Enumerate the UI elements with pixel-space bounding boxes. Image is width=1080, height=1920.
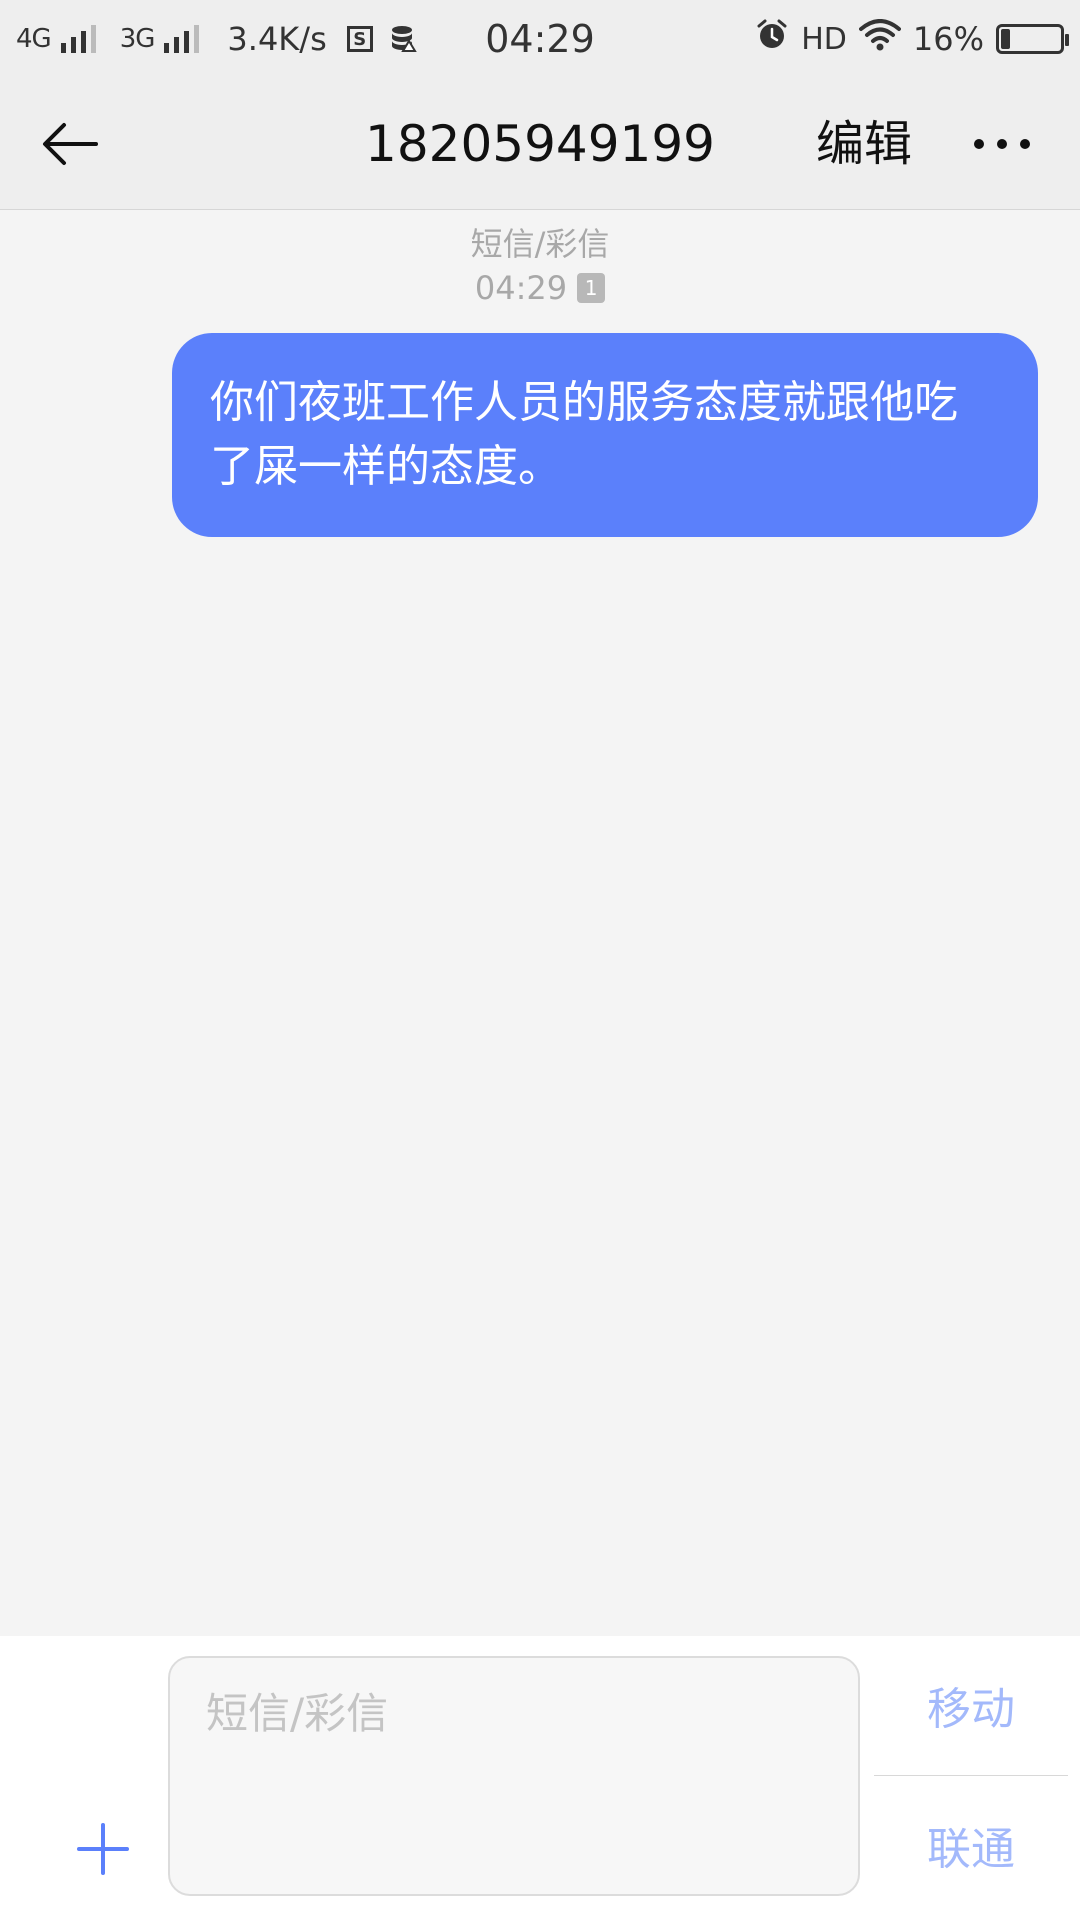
- signal-strength-icon: [60, 25, 96, 53]
- plus-icon: [77, 1823, 129, 1875]
- send-sim2-button[interactable]: 联通: [874, 1776, 1068, 1914]
- outgoing-message-bubble[interactable]: 你们夜班工作人员的服务态度就跟他吃了屎一样的态度。: [172, 333, 1038, 537]
- battery-percentage: 16%: [912, 20, 984, 58]
- message-time: 04:29: [474, 269, 568, 307]
- network-type-2: 3G: [119, 24, 156, 54]
- more-button[interactable]: [962, 114, 1042, 174]
- edit-button[interactable]: 编辑: [816, 78, 912, 210]
- back-button[interactable]: [30, 104, 110, 184]
- arrow-left-icon: [43, 123, 98, 165]
- network-type-1: 4G: [16, 24, 52, 54]
- battery-fill: [1001, 29, 1011, 49]
- add-attachment-button[interactable]: [70, 1816, 136, 1882]
- status-right: HD 16%: [755, 0, 1069, 78]
- hd-voice-indicator: HD: [801, 21, 847, 57]
- contact-title: 18205949199: [0, 78, 1080, 210]
- message-input[interactable]: [168, 1656, 860, 1896]
- contact-number[interactable]: 18205949199: [365, 115, 715, 173]
- battery-icon: [996, 24, 1069, 54]
- message-type-label: 短信/彩信: [470, 225, 610, 263]
- message-time-row: 04:29 1: [0, 266, 1080, 310]
- status-left: 4G 3G 3.4K/s S: [16, 0, 419, 78]
- network-speed: 3.4K/s: [227, 20, 327, 58]
- message-meta: 短信/彩信 04:29 1: [0, 222, 1080, 310]
- database-icon: [389, 24, 419, 54]
- send-sim1-button[interactable]: 移动: [874, 1636, 1068, 1774]
- more-dots-icon: [974, 139, 1030, 149]
- sim-card-icon: S: [346, 26, 373, 52]
- wifi-icon: [858, 19, 901, 59]
- alarm-clock-icon: [755, 18, 789, 60]
- conversation-header: 18205949199 编辑: [0, 78, 1080, 210]
- message-list[interactable]: 短信/彩信 04:29 1 你们夜班工作人员的服务态度就跟他吃了屎一样的态度。: [0, 210, 1080, 1636]
- compose-bar: 移动 联通: [0, 1636, 1080, 1920]
- status-bar: 4G 3G 3.4K/s S 04:29 HD 16%: [0, 0, 1080, 78]
- signal-strength-icon-2: [164, 25, 200, 53]
- sim-badge-icon: 1: [577, 273, 606, 303]
